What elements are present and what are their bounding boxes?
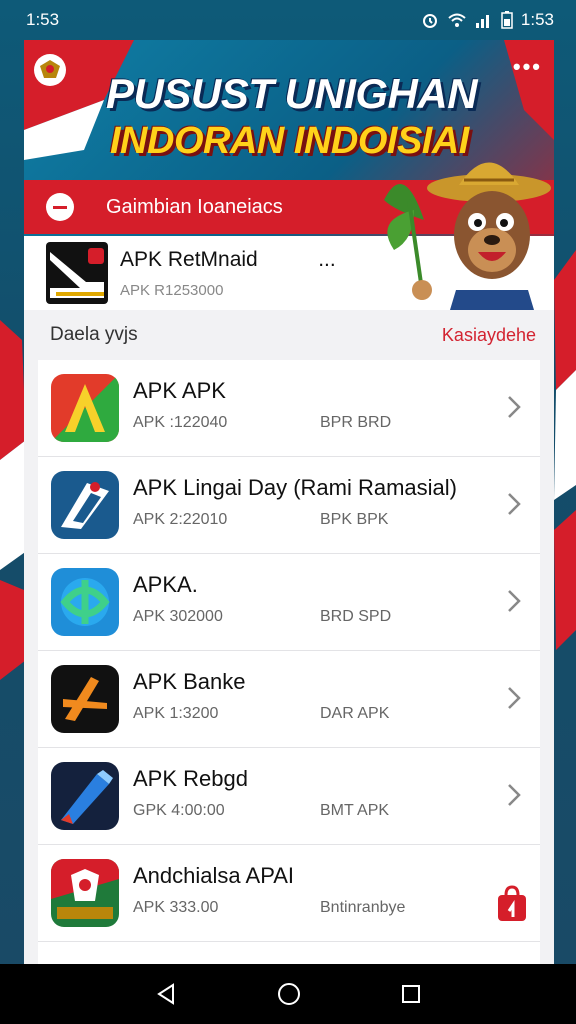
app-list-item[interactable]: Andchialsa APAI APK 333.00 Bntinranbye [38, 845, 540, 942]
blue-arrow-icon [51, 471, 119, 539]
alarm-icon [422, 14, 437, 28]
garuda-badge-icon [51, 859, 119, 927]
back-icon[interactable] [155, 983, 177, 1005]
featured-app-text: APK RetMnaid ... APK R1253000 [120, 248, 336, 299]
app-meta: APK 333.00 [133, 899, 219, 916]
wifi-icon [448, 13, 466, 27]
battery-icon [501, 11, 513, 29]
category-band-label: Gaimbian Ioaneiacs [106, 195, 283, 218]
red-green-a-icon [51, 374, 119, 442]
app-list: APK APK APK :122040 BPR BRD APK Lingai D… [38, 360, 540, 964]
app-meta-secondary: BRD SPD [320, 608, 392, 625]
flag-right-decoration [554, 250, 576, 650]
featured-app-subtitle: APK R1253000 [120, 281, 224, 299]
banner-title: PUSUST UNIGHAN [106, 70, 478, 117]
chevron-right-icon [508, 396, 521, 418]
mascot-illustration [384, 162, 551, 310]
system-nav-bar [0, 964, 576, 1024]
app-meta: APK 1:3200 [133, 705, 219, 722]
status-time-right: 1:53 [520, 10, 554, 29]
orange-x-icon [51, 665, 119, 733]
chevron-right-icon [508, 493, 521, 515]
app-title: APK Lingai Day (Rami Ramasial) [133, 475, 457, 500]
status-icons: 1:53 [421, 10, 554, 30]
app-meta: GPK 4:00:00 [133, 802, 225, 819]
featured-app-more: ... [318, 247, 336, 271]
section-header: Daela yvjs Kasiaydehe [24, 310, 554, 360]
section-title: Daela yvjs [50, 324, 138, 345]
home-icon[interactable] [277, 982, 301, 1006]
chevron-right-icon [508, 590, 521, 612]
status-bar: 1:53 1:53 [0, 0, 576, 40]
app-list-item[interactable]: APKA. APK 302000 BRD SPD [38, 554, 540, 651]
app-window: ••• PUSUST UNIGHAN INDORAN INDOISIAI Gai… [24, 40, 554, 964]
section-see-all-link[interactable]: Kasiaydehe [442, 325, 536, 346]
app-title: APK Rebgd [133, 766, 248, 791]
garuda-emblem-icon [34, 54, 66, 86]
featured-app-icon [46, 242, 108, 304]
app-title: APKA. [133, 572, 198, 597]
app-meta: APK :122040 [133, 414, 228, 431]
recents-icon[interactable] [401, 984, 421, 1004]
app-list-item[interactable]: APK Banke APK 1:3200 DAR APK [38, 651, 540, 748]
app-meta-secondary: BPK BPK [320, 511, 389, 528]
app-list-item[interactable]: APK Lingai Day (Rami Ramasial) APK 2:220… [38, 457, 540, 554]
signal-icon [475, 15, 489, 28]
hero-banner: ••• PUSUST UNIGHAN INDORAN INDOISIAI Gai… [24, 40, 554, 310]
app-meta: APK 2:22010 [133, 511, 228, 528]
app-title: APK APK [133, 378, 226, 403]
status-time-left: 1:53 [26, 10, 60, 29]
app-list-item[interactable]: APK Rebgd GPK 4:00:00 BMT APK [38, 748, 540, 845]
app-title: APK Banke [133, 669, 246, 694]
menu-icon[interactable]: ••• [513, 54, 542, 80]
app-meta-secondary: DAR APK [320, 705, 390, 722]
featured-app-title: APK RetMnaid [120, 247, 258, 271]
app-meta-secondary: BMT APK [320, 802, 390, 819]
chevron-right-icon [508, 687, 521, 709]
app-meta-secondary: BPR BRD [320, 414, 392, 431]
app-title: Andchialsa APAI [133, 863, 295, 888]
app-meta: APK 302000 [133, 608, 223, 625]
pencil-icon [51, 762, 119, 830]
minus-icon [46, 193, 74, 221]
app-meta-secondary: Bntinranbye [320, 899, 406, 916]
chevron-right-icon [508, 784, 521, 806]
app-list-item[interactable]: APK APK APK :122040 BPR BRD [38, 360, 540, 457]
blue-knot-icon [51, 568, 119, 636]
download-bag-icon[interactable] [496, 885, 528, 923]
